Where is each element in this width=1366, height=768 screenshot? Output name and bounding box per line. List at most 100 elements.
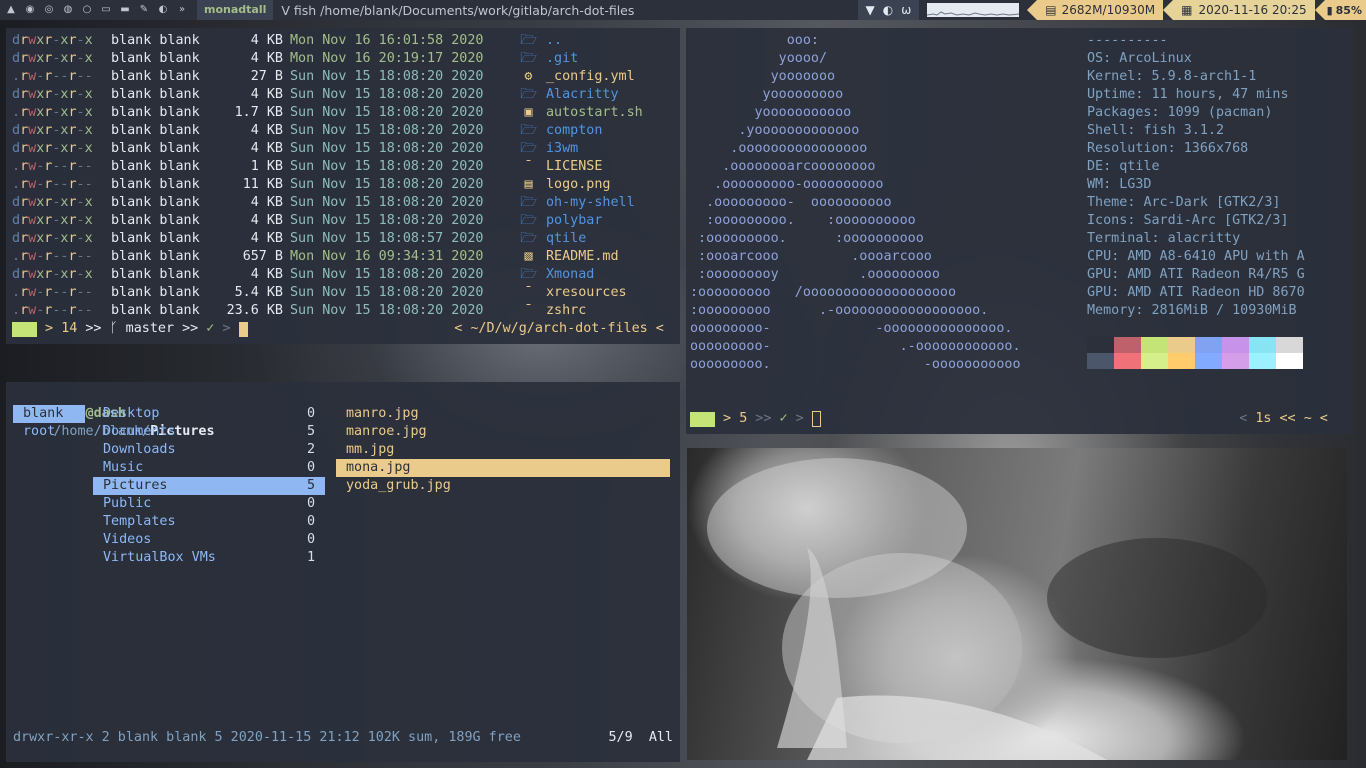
info-key: GPU [1087, 285, 1112, 300]
directory-item[interactable]: Music 0 [93, 459, 325, 477]
fish-prompt[interactable]: > 14 >> ᚴ master >> ✓ > < ~/D/w/g/arch-d… [12, 320, 680, 338]
file-owner: blank blank [111, 267, 200, 282]
directory-item[interactable]: VirtualBox VMs 1 [93, 549, 325, 567]
file-permissions: .rw-r--r-- [12, 285, 93, 300]
steam-icon[interactable]: ◐ [883, 3, 893, 17]
fish-prompt[interactable]: > 5 >> ✓ > < 1s << ~ < [690, 410, 1344, 428]
user-dir-item[interactable]: blank [13, 405, 85, 423]
info-key: Icons [1087, 213, 1128, 228]
circle-icon[interactable]: ○ [82, 5, 92, 15]
file-row[interactable]: drwxr-xr-x blank blank 4 KB Mon Nov 16 16:0… [12, 32, 680, 50]
directory-count: 1 [306, 550, 315, 565]
github-icon[interactable]: ◍ [63, 5, 73, 15]
image-file-item[interactable]: manroe.jpg [336, 423, 670, 441]
file-row[interactable]: drwxr-xr-x blank blank 4 KB Mon Nov 16 20:1… [12, 50, 680, 68]
file-permissions: drwxr-xr-x [12, 141, 93, 156]
directory-item[interactable]: Downloads 2 [93, 441, 325, 459]
info-separator: : [1103, 51, 1120, 66]
file-owner: blank blank [111, 141, 200, 156]
file-row[interactable]: .rw-r--r-- blank blank 657 B Mon Nov 16 09:… [12, 248, 680, 266]
file-name: LICENSE [546, 159, 603, 174]
image-file-item[interactable]: mona.jpg [336, 459, 670, 477]
color-swatch [1168, 337, 1195, 353]
arch-icon[interactable]: ▲ [6, 5, 16, 15]
file-name: compton [546, 123, 603, 138]
file-row[interactable]: .rw-r--r-- blank blank 23.6 KB Sun Nov 15 1… [12, 302, 680, 320]
info-separator: : [1151, 105, 1168, 120]
logo-line: yooooooooooo [690, 105, 852, 120]
flame-icon[interactable]: ω [901, 3, 911, 17]
directory-name: Templates [103, 514, 176, 529]
laptop-icon[interactable]: ▬ [120, 5, 130, 15]
file-size: 657 B [242, 249, 283, 264]
image-file-item[interactable]: mm.jpg [336, 441, 670, 459]
file-row[interactable]: .rw-r--r-- blank blank 27 B Sun Nov 15 18:0… [12, 68, 680, 86]
script-icon: ▣ [524, 105, 533, 120]
prompt-separator: > [37, 321, 62, 336]
directory-item[interactable]: Pictures 5 [93, 477, 325, 495]
prompt-separator: > [214, 321, 239, 336]
info-separator: : [1167, 141, 1184, 156]
directory-item[interactable]: Desktop 0 [93, 405, 325, 423]
terminal-neofetch-pane[interactable]: ooo: yoooo/ yooooooo yooooooooo yooooooo… [686, 28, 1352, 434]
info-value: ---------- [1087, 33, 1168, 48]
image-preview[interactable] [687, 448, 1347, 760]
color-swatch [1141, 353, 1168, 369]
file-size: 23.6 KB [226, 303, 283, 318]
image-file-item[interactable]: yoda_grub.jpg [336, 477, 670, 495]
directory-item[interactable]: Videos 0 [93, 531, 325, 549]
file-row[interactable]: drwxr-xr-x blank blank 4 KB Sun Nov 15 18:0… [12, 212, 680, 230]
file-row[interactable]: drwxr-xr-x blank blank 4 KB Sun Nov 15 18:0… [12, 122, 680, 140]
directory-item[interactable]: Documents 5 [93, 423, 325, 441]
file-owner: blank blank [111, 51, 200, 66]
file-row[interactable]: .rw-r--r-- blank blank 11 KB Sun Nov 15 18:… [12, 176, 680, 194]
globe-icon[interactable]: ◐ [158, 5, 168, 15]
color-swatch [1195, 337, 1222, 353]
logo-line: .oooooooarcoooooooo [690, 159, 876, 174]
info-line: Shell: fish 3.1.2 [1087, 122, 1305, 140]
file-size: 4 KB [250, 33, 283, 48]
window-title: V fish /home/blank/Documents/work/gitlab… [281, 2, 635, 18]
workspace-group: ▲ ◉ ◎ ◍ ○ ▭ ▬ ✎ ◐ » [0, 5, 187, 15]
battery-icon: ▮ [1326, 3, 1333, 17]
prompt-status-ok: ✓ [779, 411, 788, 426]
file-row[interactable]: drwxr-xr-x blank blank 4 KB Sun Nov 15 18:0… [12, 266, 680, 284]
shell-icon[interactable]: » [177, 5, 187, 15]
systray: ▼ ◐ ω [857, 0, 920, 20]
file-date: Sun Nov 15 18:08:20 2020 [290, 141, 484, 156]
file-row[interactable]: drwxr-xr-x blank blank 4 KB Sun Nov 15 18:0… [12, 230, 680, 248]
firefox-icon[interactable]: ◉ [25, 5, 35, 15]
calendar-icon: ▦ [1181, 3, 1193, 17]
terminal-ls-pane[interactable]: drwxr-xr-x blank blank 4 KB Mon Nov 16 16:0… [6, 28, 680, 344]
file-owner: blank blank [111, 195, 200, 210]
logo-line: :ooooooooy .ooooooooo [690, 267, 940, 282]
terminal-icon[interactable]: ▭ [101, 5, 111, 15]
directory-item[interactable]: Public 0 [93, 495, 325, 513]
file-owner: blank blank [111, 231, 200, 246]
clock-widget[interactable]: ▦ 2020-11-16 20:25 [1173, 0, 1315, 20]
image-file-item[interactable]: manro.jpg [336, 405, 670, 423]
file-row[interactable]: drwxr-xr-x blank blank 4 KB Sun Nov 15 18:0… [12, 86, 680, 104]
directory-name: Desktop [103, 406, 160, 421]
pen-icon[interactable]: ✎ [139, 5, 149, 15]
terminal-ranger-pane[interactable]: blank@dash /home/blank/Pictures blank roo… [6, 382, 680, 762]
chrome-icon[interactable]: ◎ [44, 5, 54, 15]
directory-count: 0 [306, 496, 315, 511]
prompt-os-segment [12, 321, 37, 337]
info-value: Arc-Dark [GTK2/3] [1143, 195, 1281, 210]
file-row[interactable]: .rw-r--r-- blank blank 5.4 KB Sun Nov 15 18… [12, 284, 680, 302]
file-row[interactable]: .rw-r--r-- blank blank 1 KB Sun Nov 15 18:0… [12, 158, 680, 176]
info-value: 2816MiB / 10930MiB [1151, 303, 1297, 318]
file-date: Sun Nov 15 18:08:20 2020 [290, 69, 484, 84]
file-row[interactable]: drwxr-xr-x blank blank 4 KB Sun Nov 15 18:0… [12, 194, 680, 212]
file-row[interactable]: drwxr-xr-x blank blank 4 KB Sun Nov 15 18:0… [12, 140, 680, 158]
wifi-icon[interactable]: ▼ [866, 3, 875, 17]
layout-indicator[interactable]: monadtall [197, 0, 274, 20]
color-swatch [1222, 353, 1249, 369]
prompt-separator: >> [747, 411, 780, 426]
prompt-status-ok: ✓ [206, 321, 215, 336]
file-row[interactable]: .rwxr-xr-x blank blank 1.7 KB Sun Nov 15 18… [12, 104, 680, 122]
prompt-separator: >> [174, 321, 207, 336]
user-dir-item[interactable]: root [13, 423, 85, 441]
directory-item[interactable]: Templates 0 [93, 513, 325, 531]
